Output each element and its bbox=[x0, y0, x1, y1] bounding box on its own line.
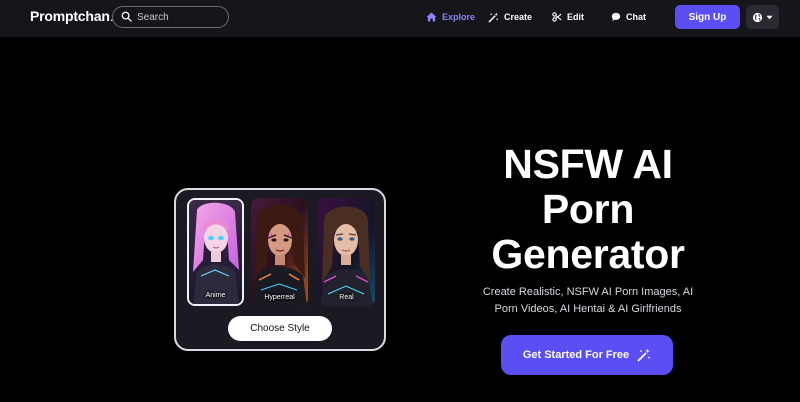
nav-edit-label: Edit bbox=[567, 12, 584, 22]
search-box[interactable] bbox=[112, 6, 229, 28]
style-option-real[interactable]: Real bbox=[318, 198, 375, 306]
get-started-label: Get Started For Free bbox=[522, 349, 630, 361]
chat-bubble-icon bbox=[611, 12, 621, 21]
style-picker-card: Anime Hyperreal Real Choose Style bbox=[174, 188, 386, 351]
nav-explore[interactable]: Explore bbox=[426, 10, 475, 24]
chevron-down-icon bbox=[766, 15, 773, 19]
logo[interactable]: Promptchan.ai bbox=[30, 8, 124, 24]
globe-icon bbox=[752, 12, 763, 22]
get-started-button[interactable]: Get Started For Free bbox=[501, 335, 673, 375]
nav-chat-label: Chat bbox=[626, 12, 646, 22]
nav-explore-label: Explore bbox=[442, 12, 476, 22]
nav-create-label: Create bbox=[504, 12, 533, 22]
language-selector[interactable] bbox=[746, 5, 779, 29]
style-option-hyperreal[interactable]: Hyperreal bbox=[251, 198, 308, 306]
style-label-real: Real bbox=[339, 294, 354, 301]
style-option-anime[interactable]: Anime bbox=[187, 198, 244, 306]
top-navbar: Promptchan.ai Explore Create Edit Chat S… bbox=[0, 0, 800, 37]
hero-title: NSFW AI Porn Generator bbox=[491, 141, 685, 277]
scissors-icon bbox=[552, 12, 562, 22]
hero-subtitle: Create Realistic, NSFW AI Porn Images, A… bbox=[482, 286, 694, 315]
anime-style-image bbox=[189, 200, 242, 304]
logo-brand: Promptchan bbox=[30, 8, 110, 24]
style-label-hyperreal: Hyperreal bbox=[264, 294, 295, 301]
hyperreal-style-image bbox=[251, 198, 308, 306]
nav-chat[interactable]: Chat bbox=[611, 10, 646, 24]
home-icon bbox=[426, 12, 437, 22]
style-label-anime: Anime bbox=[205, 292, 226, 299]
nav-edit[interactable]: Edit bbox=[552, 10, 584, 24]
search-icon bbox=[121, 11, 132, 22]
real-style-image bbox=[318, 198, 375, 306]
nav-create[interactable]: Create bbox=[488, 10, 532, 24]
search-input[interactable] bbox=[137, 9, 223, 25]
magic-wand-icon bbox=[488, 11, 499, 22]
magic-wand-icon bbox=[637, 348, 651, 362]
choose-style-button[interactable]: Choose Style bbox=[228, 316, 332, 341]
sign-up-button[interactable]: Sign Up bbox=[675, 5, 740, 29]
